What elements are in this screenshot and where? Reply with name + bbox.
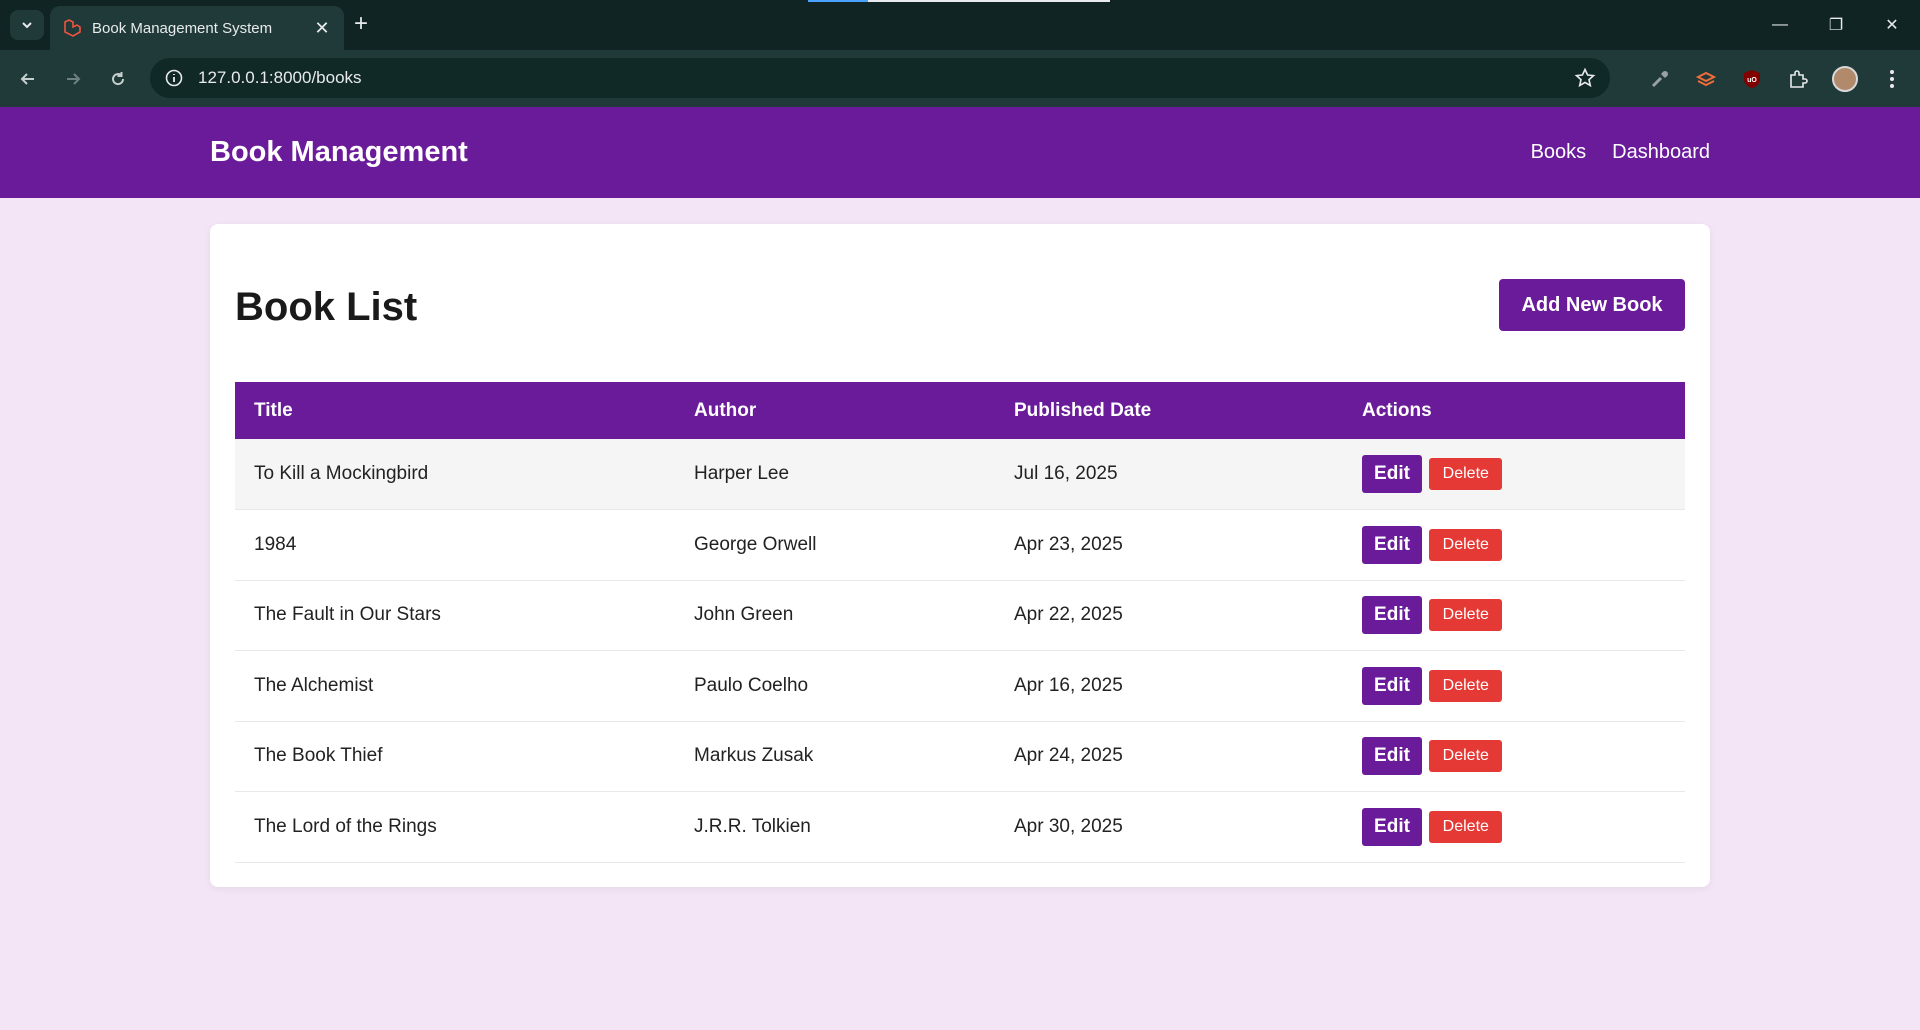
brand-title[interactable]: Book Management [210, 136, 468, 169]
cell-title: The Lord of the Rings [254, 815, 437, 837]
column-header-published-date: Published Date [1014, 399, 1152, 421]
close-window-icon[interactable]: ✕ [1864, 0, 1920, 50]
tab-search-button[interactable] [10, 10, 44, 40]
new-tab-icon[interactable]: + [354, 12, 368, 36]
cell-actions: Edit Delete [1343, 721, 1685, 792]
extensions-puzzle-icon[interactable] [1786, 67, 1810, 91]
cell-actions: Edit Delete [1343, 580, 1685, 651]
page-title: Book List [235, 284, 418, 329]
profile-avatar[interactable] [1832, 65, 1858, 92]
column-header-title: Title [254, 399, 293, 421]
svg-text:uO: uO [1747, 77, 1757, 84]
add-new-book-button[interactable]: Add New Book [1499, 279, 1685, 331]
cell-title: The Book Thief [254, 745, 383, 767]
column-header-author: Author [694, 399, 757, 421]
eyedropper-extension-icon[interactable] [1648, 67, 1672, 91]
edit-button[interactable]: Edit [1362, 666, 1422, 705]
books-table: Title Author Published Date Actions To K… [235, 382, 1685, 863]
cell-author: Harper Lee [694, 463, 790, 484]
delete-button[interactable]: Delete [1429, 740, 1503, 773]
minimize-icon[interactable]: — [1752, 0, 1808, 50]
cell-actions: Edit Delete [1343, 510, 1685, 581]
laravel-favicon-icon [64, 19, 81, 37]
cell-published-date: Apr 16, 2025 [1014, 674, 1123, 696]
reload-icon[interactable] [100, 61, 136, 97]
site-info-icon[interactable] [164, 68, 184, 88]
app-header: Book Management Books Dashboard [0, 107, 1920, 198]
cell-published-date: Apr 22, 2025 [1014, 604, 1123, 626]
table-row: The Fault in Our Stars John Green Apr 22… [235, 580, 1685, 651]
address-bar[interactable]: 127.0.0.1:8000/books [150, 58, 1610, 98]
table-header-row: Title Author Published Date Actions [235, 382, 1685, 439]
tab-title: Book Management System [92, 19, 273, 37]
delete-button[interactable]: Delete [1429, 669, 1503, 702]
table-row: The Lord of the Rings J.R.R. Tolkien Apr… [235, 792, 1685, 863]
cell-author: John Green [694, 604, 794, 626]
restore-icon[interactable]: ❐ [1808, 0, 1864, 50]
card-header: Book List Add New Book [235, 224, 1685, 382]
table-row: The Book Thief Markus Zusak Apr 24, 2025… [235, 721, 1685, 792]
edit-button[interactable]: Edit [1362, 737, 1422, 776]
back-icon[interactable] [10, 61, 46, 97]
cell-author: Markus Zusak [694, 745, 814, 767]
delete-button[interactable]: Delete [1429, 599, 1503, 632]
nav-link-dashboard[interactable]: Dashboard [1612, 141, 1710, 164]
cell-published-date: Jul 16, 2025 [1014, 463, 1118, 484]
cell-actions: Edit Delete [1343, 439, 1685, 510]
window-controls: — ❐ ✕ [1752, 0, 1920, 50]
edit-button[interactable]: Edit [1362, 596, 1422, 635]
table-row: The Alchemist Paulo Coelho Apr 16, 2025 … [235, 651, 1685, 722]
edit-button[interactable]: Edit [1362, 525, 1422, 564]
bookmark-star-icon[interactable] [1574, 67, 1596, 89]
close-tab-icon[interactable]: ✕ [312, 18, 332, 39]
delete-button[interactable]: Delete [1429, 458, 1503, 490]
forward-icon[interactable] [55, 61, 91, 97]
cell-actions: Edit Delete [1343, 651, 1685, 722]
cell-title: 1984 [254, 533, 297, 555]
browser-toolbar: 127.0.0.1:8000/books uO [0, 50, 1920, 107]
table-row: 1984 George Orwell Apr 23, 2025 Edit Del… [235, 510, 1685, 581]
column-header-actions: Actions [1362, 399, 1432, 421]
edit-button[interactable]: Edit [1362, 807, 1422, 846]
cell-title: The Alchemist [254, 674, 374, 696]
browser-tab-strip: Book Management System ✕ + — ❐ ✕ [0, 0, 1920, 50]
delete-button[interactable]: Delete [1429, 528, 1503, 561]
book-list-card: Book List Add New Book Title Author Publ… [210, 224, 1710, 887]
cell-author: J.R.R. Tolkien [694, 815, 811, 837]
nav-link-books[interactable]: Books [1531, 141, 1587, 164]
ublock-extension-icon[interactable]: uO [1740, 67, 1764, 91]
cell-actions: Edit Delete [1343, 792, 1685, 863]
cell-published-date: Apr 23, 2025 [1014, 533, 1123, 555]
cell-author: Paulo Coelho [694, 674, 809, 696]
loading-indicator-progress [808, 0, 868, 2]
chevron-down-icon [22, 22, 32, 29]
extensions-area: uO [1648, 50, 1904, 107]
layers-extension-icon[interactable] [1694, 67, 1718, 91]
main-nav: Books Dashboard [1531, 141, 1710, 164]
more-options-icon[interactable] [1880, 67, 1904, 91]
table-row: To Kill a Mockingbird Harper Lee Jul 16,… [235, 439, 1685, 510]
url-text: 127.0.0.1:8000/books [198, 68, 362, 87]
cell-published-date: Apr 30, 2025 [1014, 815, 1123, 837]
cell-title: To Kill a Mockingbird [254, 463, 429, 484]
cell-title: The Fault in Our Stars [254, 604, 441, 626]
delete-button[interactable]: Delete [1429, 810, 1503, 843]
browser-tab-active[interactable]: Book Management System ✕ [50, 6, 344, 50]
edit-button[interactable]: Edit [1362, 455, 1422, 493]
cell-published-date: Apr 24, 2025 [1014, 745, 1123, 767]
cell-author: George Orwell [694, 533, 817, 555]
